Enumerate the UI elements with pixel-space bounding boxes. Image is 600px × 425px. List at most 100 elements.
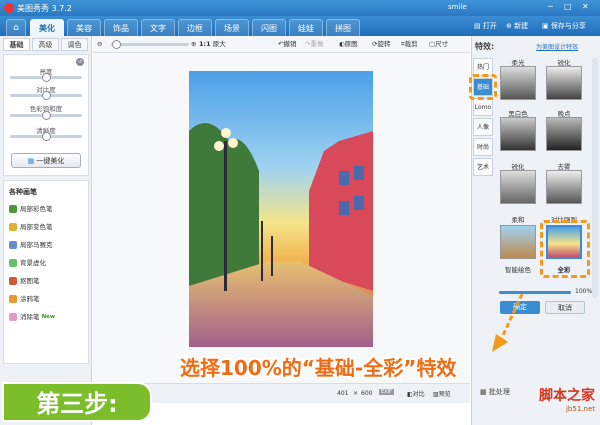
undo-button[interactable]: ↶撤销 — [278, 39, 296, 50]
brush-local-color[interactable]: 局部彩色笔 — [9, 204, 53, 214]
left-panel: 基础 高级 调色 ↺ 亮度 对比度 色彩饱和度 清晰度 ▦ 一键美化 各种画笔 … — [0, 36, 92, 425]
effect-thumb-soft[interactable] — [500, 225, 536, 259]
lamp-globe — [214, 141, 224, 151]
effect-label: 柔和 — [511, 216, 525, 224]
compare-button[interactable]: ◧对比 — [407, 389, 425, 398]
redo-button[interactable]: ↷重做 — [305, 39, 323, 50]
effect-thumb-soft-light[interactable] — [500, 66, 536, 100]
effect-thumb-sharpen-2[interactable] — [500, 170, 536, 204]
pencil-icon — [9, 295, 17, 303]
new-button[interactable]: ⊕ 新建 — [506, 20, 528, 32]
actual-size-button[interactable]: 1:1 原大 — [199, 39, 226, 50]
tab-doll[interactable]: 娃娃 — [289, 19, 323, 36]
building-windows — [354, 166, 364, 180]
subtab-basic[interactable]: 基础 — [3, 38, 30, 51]
tab-collage[interactable]: 拼图 — [326, 19, 360, 36]
title-bar: 美图秀秀 3.7.2 smile ─ □ ✕ — [0, 0, 600, 16]
subtab-tone[interactable]: 调色 — [61, 38, 88, 51]
slider-knob[interactable] — [42, 111, 51, 120]
clarity-slider[interactable] — [10, 132, 82, 141]
contrast-slider[interactable] — [10, 91, 82, 100]
app-title: 美图秀秀 3.7.2 — [17, 4, 72, 13]
saturation-slider[interactable] — [10, 111, 82, 120]
brush-mosaic[interactable]: 局部马赛克 — [9, 240, 53, 250]
close-icon[interactable]: ✕ — [582, 2, 589, 11]
brush-local-recolor[interactable]: 局部变色笔 — [9, 222, 53, 232]
effect-thumb-dusk[interactable] — [546, 117, 582, 151]
slider-knob[interactable] — [42, 91, 51, 100]
brush-eraser[interactable]: 消除笔 New — [9, 312, 55, 322]
effect-thumb-sharpen[interactable] — [546, 66, 582, 100]
tab-frame[interactable]: 边框 — [178, 19, 212, 36]
home-button[interactable]: ⌂ — [6, 19, 26, 36]
zoom-slider[interactable] — [111, 40, 189, 49]
brush-icon — [9, 223, 17, 231]
lamp-post — [261, 221, 263, 281]
effect-thumb-black-white[interactable] — [500, 117, 536, 151]
tab-beautify[interactable]: 美化 — [30, 19, 64, 36]
category-lomo[interactable]: Lomo — [473, 98, 493, 116]
tab-scene[interactable]: 场景 — [215, 19, 249, 36]
new-badge: New — [41, 314, 55, 320]
rotate-button[interactable]: ⟳旋转 — [372, 39, 390, 50]
resize-button[interactable]: ▢尺寸 — [429, 39, 448, 50]
one-click-beautify-button[interactable]: ▦ 一键美化 — [11, 153, 81, 168]
edited-photo[interactable] — [189, 71, 373, 347]
mosaic-icon — [9, 241, 17, 249]
minimize-icon[interactable]: ─ — [548, 2, 553, 11]
category-portrait[interactable]: 人像 — [473, 118, 493, 136]
tab-flash[interactable]: 闪图 — [252, 19, 286, 36]
watermark: 脚本之家 jb51.net — [470, 385, 595, 413]
subtab-advanced[interactable]: 高级 — [32, 38, 59, 51]
brightness-slider[interactable] — [10, 73, 82, 82]
tab-face[interactable]: 美容 — [67, 19, 101, 36]
brushes-title: 各种画笔 — [9, 188, 37, 196]
slider-knob[interactable] — [42, 132, 51, 141]
preview-button[interactable]: ▧预览 — [433, 389, 451, 398]
category-fashion[interactable]: 时尚 — [473, 138, 493, 156]
building-windows — [339, 171, 349, 185]
open-button[interactable]: ▤ 打开 — [474, 20, 497, 32]
original-button[interactable]: ◐原图 — [339, 39, 358, 50]
category-art[interactable]: 艺术 — [473, 158, 493, 176]
main-nav: ⌂ 美化 美容 饰品 文字 边框 场景 闪图 娃娃 拼图 ▤ 打开 ⊕ 新建 ▣… — [0, 16, 600, 36]
exif-button[interactable]: EXIF — [379, 389, 394, 395]
effects-title: 特效: — [475, 42, 495, 51]
photo-canvas — [93, 53, 470, 383]
effect-label: 智能绘色 — [505, 266, 531, 274]
times-sign: × — [353, 390, 359, 397]
edit-toolbar: ⊖ ⊕ 1:1 原大 ↶撤销 ↷重做 ◐原图 ⟳旋转 ⌗裁剪 ▢尺寸 — [93, 36, 470, 53]
save-share-button[interactable]: ▣ 保存与分享 — [542, 20, 586, 32]
design-effect-link[interactable]: 为美图设计特效 — [536, 42, 578, 51]
image-width: 401 — [337, 390, 349, 397]
lamp-globe — [221, 128, 231, 138]
reset-icon[interactable]: ↺ — [76, 58, 84, 66]
building-windows — [339, 201, 349, 215]
highlight-full-color — [540, 220, 590, 278]
scissors-icon — [9, 277, 17, 285]
blur-icon — [9, 259, 17, 267]
tab-text[interactable]: 文字 — [141, 19, 175, 36]
building-windows — [354, 196, 364, 210]
brush-bg-blur[interactable]: 背景虚化 — [9, 258, 46, 268]
effect-thumb-defog[interactable] — [546, 170, 582, 204]
brush-doodle[interactable]: 涂鸦笔 — [9, 294, 40, 304]
scrollbar[interactable] — [592, 58, 598, 298]
watermark-text: 脚本之家 — [539, 388, 595, 404]
brush-icon — [9, 205, 17, 213]
instruction-banner: 选择100%的“基础-全彩”特效 — [180, 356, 457, 380]
brush-cutout[interactable]: 抠图笔 — [9, 276, 40, 286]
step-label: 第三步: — [2, 382, 152, 422]
zoom-knob[interactable] — [112, 40, 121, 49]
zoom-out-icon[interactable]: ⊖ — [97, 39, 102, 50]
maximize-icon[interactable]: □ — [564, 2, 572, 11]
cancel-button[interactable]: 取消 — [545, 301, 585, 314]
tab-accessories[interactable]: 饰品 — [104, 19, 138, 36]
eraser-icon — [9, 313, 17, 321]
slider-knob[interactable] — [42, 73, 51, 82]
highlight-basic-tab — [469, 74, 497, 100]
crop-button[interactable]: ⌗裁剪 — [401, 39, 418, 50]
app-logo-icon — [4, 3, 14, 13]
user-name[interactable]: smile — [448, 3, 467, 11]
zoom-in-icon[interactable]: ⊕ — [191, 39, 196, 50]
